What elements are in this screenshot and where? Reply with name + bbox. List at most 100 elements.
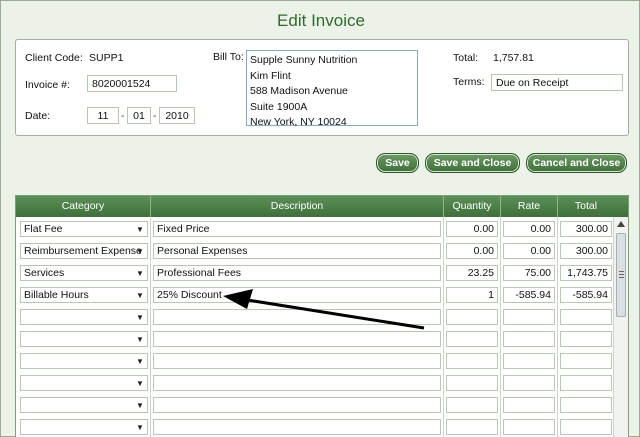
line-total-field[interactable] — [560, 397, 612, 413]
chevron-down-icon[interactable]: ▼ — [136, 225, 144, 234]
table-row: ▼ — [16, 416, 613, 437]
category-select[interactable] — [20, 419, 148, 435]
chevron-down-icon[interactable]: ▼ — [136, 401, 144, 410]
description-field[interactable]: 25% Discount — [153, 287, 441, 303]
save-button[interactable]: Save — [376, 153, 419, 173]
table-row: ▼ — [16, 372, 613, 394]
category-select[interactable] — [20, 353, 148, 369]
total-value: 1,757.81 — [493, 52, 534, 64]
quantity-field[interactable]: 1 — [446, 287, 498, 303]
category-select[interactable] — [20, 331, 148, 347]
description-field[interactable] — [153, 331, 441, 347]
grid-header: Category Description Quantity Rate Total — [16, 196, 628, 217]
invoice-window: Edit Invoice Client Code: SUPP1 Invoice … — [0, 0, 640, 437]
quantity-field[interactable] — [446, 375, 498, 391]
chevron-down-icon[interactable]: ▼ — [136, 313, 144, 322]
rate-field[interactable] — [503, 353, 555, 369]
line-total-field[interactable] — [560, 331, 612, 347]
line-total-field[interactable] — [560, 353, 612, 369]
grip-line — [619, 271, 624, 272]
rate-field[interactable] — [503, 331, 555, 347]
description-field[interactable]: Professional Fees — [153, 265, 441, 281]
chevron-down-icon[interactable]: ▼ — [136, 269, 144, 278]
grip-line — [619, 277, 624, 278]
grip-line — [619, 274, 624, 275]
bill-to-line: New York, NY 10024 — [250, 116, 347, 128]
category-select[interactable] — [20, 397, 148, 413]
table-row: ▼ — [16, 394, 613, 416]
rate-field[interactable] — [503, 419, 555, 435]
bill-to-label: Bill To: — [213, 51, 244, 63]
quantity-field[interactable] — [446, 419, 498, 435]
page-title: Edit Invoice — [277, 11, 365, 30]
date-month-field[interactable]: 11 — [87, 107, 119, 124]
quantity-field[interactable] — [446, 309, 498, 325]
rate-field[interactable] — [503, 397, 555, 413]
bill-to-line: 588 Madison Avenue — [250, 85, 348, 97]
rate-field[interactable]: 0.00 — [503, 243, 555, 259]
quantity-field[interactable]: 0.00 — [446, 221, 498, 237]
bill-to-line: Kim Flint — [250, 69, 291, 82]
column-header-description[interactable]: Description — [151, 200, 443, 212]
line-total-field[interactable] — [560, 309, 612, 325]
description-field[interactable]: Personal Expenses — [153, 243, 441, 259]
quantity-field[interactable] — [446, 397, 498, 413]
line-total-field[interactable] — [560, 375, 612, 391]
chevron-down-icon[interactable]: ▼ — [136, 357, 144, 366]
table-row: ▼ — [16, 328, 613, 350]
category-select[interactable] — [20, 375, 148, 391]
category-select[interactable]: Billable Hours — [20, 287, 148, 303]
description-field[interactable] — [153, 353, 441, 369]
category-select[interactable]: Services — [20, 265, 148, 281]
line-total-field[interactable]: 300.00 — [560, 221, 612, 237]
column-header-total[interactable]: Total — [558, 200, 614, 212]
date-label: Date: — [25, 110, 51, 122]
chevron-down-icon[interactable]: ▼ — [136, 247, 144, 256]
category-select[interactable]: Reimbursement Expense — [20, 243, 148, 259]
line-total-field[interactable]: 300.00 — [560, 243, 612, 259]
quantity-field[interactable]: 0.00 — [446, 243, 498, 259]
rate-field[interactable]: 75.00 — [503, 265, 555, 281]
total-label: Total: — [453, 52, 479, 64]
column-header-quantity[interactable]: Quantity — [444, 200, 500, 212]
description-field[interactable]: Fixed Price — [153, 221, 441, 237]
chevron-down-icon[interactable]: ▼ — [136, 379, 144, 388]
scrollbar-thumb[interactable] — [616, 233, 626, 317]
table-row: Flat Fee ▼ Fixed Price 0.00 0.00 300.00 — [16, 218, 613, 240]
save-and-close-button[interactable]: Save and Close — [425, 153, 520, 173]
date-day-field[interactable]: 01 — [127, 107, 151, 124]
rate-field[interactable]: 0.00 — [503, 221, 555, 237]
description-field[interactable] — [153, 397, 441, 413]
category-select[interactable] — [20, 309, 148, 325]
rate-field[interactable]: -585.94 — [503, 287, 555, 303]
table-row: ▼ — [16, 306, 613, 328]
rate-field[interactable] — [503, 375, 555, 391]
chevron-down-icon[interactable]: ▼ — [136, 291, 144, 300]
line-total-field[interactable] — [560, 419, 612, 435]
line-total-field[interactable]: 1,743.75 — [560, 265, 612, 281]
description-field[interactable] — [153, 419, 441, 435]
quantity-field[interactable]: 23.25 — [446, 265, 498, 281]
column-header-rate[interactable]: Rate — [501, 200, 557, 212]
table-row: Reimbursement Expense ▼ Personal Expenses 0… — [16, 240, 613, 262]
client-code-label: Client Code: — [25, 52, 83, 64]
scroll-up-icon[interactable] — [617, 221, 625, 227]
quantity-field[interactable] — [446, 353, 498, 369]
table-row: Services ▼ Professional Fees 23.25 75.00 1,74… — [16, 262, 613, 284]
quantity-field[interactable] — [446, 331, 498, 347]
terms-label: Terms: — [453, 76, 485, 88]
vertical-scrollbar[interactable] — [613, 217, 628, 437]
description-field[interactable] — [153, 309, 441, 325]
description-field[interactable] — [153, 375, 441, 391]
bill-to-textarea[interactable]: Supple Sunny Nutrition Kim Flint 588 Mad… — [246, 50, 418, 128]
chevron-down-icon[interactable]: ▼ — [136, 423, 144, 432]
column-header-category[interactable]: Category — [16, 200, 150, 212]
chevron-down-icon[interactable]: ▼ — [136, 335, 144, 344]
date-year-field[interactable]: 2010 — [159, 107, 195, 124]
terms-field[interactable]: Due on Receipt — [491, 74, 623, 91]
invoice-number-field[interactable]: 8020001524 — [87, 75, 177, 92]
category-select[interactable]: Flat Fee — [20, 221, 148, 237]
rate-field[interactable] — [503, 309, 555, 325]
line-total-field[interactable]: -585.94 — [560, 287, 612, 303]
cancel-and-close-button[interactable]: Cancel and Close — [526, 153, 627, 173]
